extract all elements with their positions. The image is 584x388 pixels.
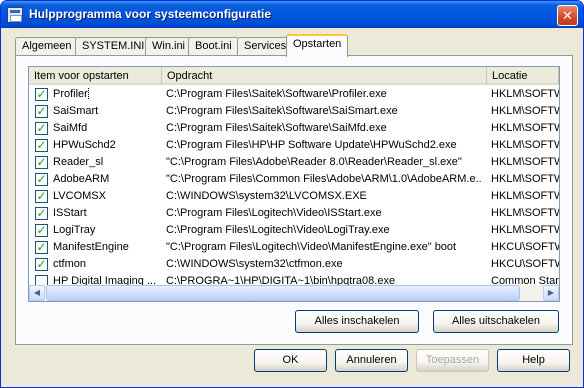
startup-item-location: HKLM\SOFTWARE [491,105,559,117]
table-row[interactable]: HPWuSchd2 C:\Program Files\HP\HP Software… [29,137,559,154]
arrow-right-icon[interactable]: ▶ [543,285,559,301]
startup-item-name: LVCOMSX [53,190,106,202]
startup-item-command: C:\Program Files\Saitek\Software\SaiSmar… [166,105,398,117]
tab-opstarten[interactable]: Opstarten [286,34,349,57]
help-button[interactable]: Help [497,349,570,372]
startup-item-command: C:\Program Files\Saitek\Software\SaiMfd.… [166,122,387,134]
startup-item-command: "C:\Program Files\Logitech\Video\Manifes… [166,241,457,253]
table-row[interactable]: LogiTray C:\Program Files\Logitech\Video\… [29,222,559,239]
system-configuration-window: Hulpprogramma voor systeemconfiguratie ✕… [0,0,584,388]
startup-item-checkbox[interactable] [35,207,48,220]
list-header: Item voor opstarten Opdracht Locatie [29,67,559,85]
table-row[interactable]: Profiler C:\Program Files\Saitek\Software… [29,86,559,103]
startup-item-location: HKLM\SOFTWARE [491,190,559,202]
startup-item-checkbox[interactable] [35,122,48,135]
column-header-command[interactable]: Opdracht [162,67,487,85]
tab-services[interactable]: Services [237,37,294,56]
startup-item-command: "C:\Program Files\Common Files\Adobe\ARM… [166,173,482,185]
column-header-item[interactable]: Item voor opstarten [29,67,162,85]
arrow-left-icon[interactable]: ◀ [29,285,45,301]
startup-item-location: HKLM\SOFTWARE [491,88,559,100]
startup-item-name: ManifestEngine [53,241,129,253]
table-row[interactable]: LVCOMSX C:\WINDOWS\system32\LVCOMSX.EXE HK… [29,188,559,205]
close-button[interactable]: ✕ [557,5,578,26]
startup-item-command: C:\Program Files\Logitech\Video\LogiTray… [166,224,390,236]
startup-item-checkbox[interactable] [35,190,48,203]
startup-item-location: HKLM\SOFTWARE [491,207,559,219]
startup-item-name: Reader_sl [53,156,104,168]
list-rows: Profiler C:\Program Files\Saitek\Software… [29,86,559,290]
horizontal-scrollbar[interactable]: ◀ ▶ [29,285,559,301]
apply-button[interactable]: Toepassen [416,349,489,372]
startup-item-location: HKLM\SOFTWARE [491,139,559,151]
startup-item-name: ISStart [53,207,87,219]
tab-system-ini[interactable]: SYSTEM.INI [75,37,152,56]
startup-item-location: HKCU\SOFTWARE [491,241,559,253]
scrollbar-thumb[interactable] [46,285,520,301]
title-bar[interactable]: Hulpprogramma voor systeemconfiguratie ✕ [1,1,583,28]
startup-item-name: AdobeARM [53,173,110,185]
startup-item-name: SaiSmart [53,105,99,117]
tab-boot-ini[interactable]: Boot.ini [188,37,239,56]
startup-item-checkbox[interactable] [35,224,48,237]
startup-item-checkbox[interactable] [35,105,48,118]
cancel-button[interactable]: Annuleren [335,349,408,372]
startup-item-command: C:\Program Files\Saitek\Software\Profile… [166,88,387,100]
startup-item-location: HKCU\SOFTWARE [491,258,559,270]
table-row[interactable]: Reader_sl "C:\Program Files\Adobe\Reader … [29,154,559,171]
startup-item-command: "C:\Program Files\Adobe\Reader 8.0\Reade… [166,156,462,168]
table-row[interactable]: ctfmon C:\WINDOWS\system32\ctfmon.exe HKCU… [29,256,559,273]
startup-item-location: HKLM\SOFTWARE [491,173,559,185]
startup-item-checkbox[interactable] [35,173,48,186]
startup-item-location: HKLM\SOFTWARE [491,156,559,168]
table-row[interactable]: SaiMfd C:\Program Files\Saitek\Software\S… [29,120,559,137]
table-row[interactable]: ISStart C:\Program Files\Logitech\Video\I… [29,205,559,222]
window-title: Hulpprogramma voor systeemconfiguratie [29,7,272,21]
startup-item-checkbox[interactable] [35,258,48,271]
startup-item-command: C:\WINDOWS\system32\ctfmon.exe [166,258,343,270]
startup-item-checkbox[interactable] [35,88,48,101]
disable-all-button[interactable]: Alles uitschakelen [433,310,559,333]
startup-item-name: ctfmon [53,258,87,270]
startup-item-location: HKLM\SOFTWARE [491,224,559,236]
startup-item-command: C:\Program Files\HP\HP Software Update\H… [166,139,457,151]
table-row[interactable]: ManifestEngine "C:\Program Files\Logitech… [29,239,559,256]
startup-item-name: LogiTray [53,224,96,236]
startup-item-checkbox[interactable] [35,139,48,152]
startup-item-checkbox[interactable] [35,241,48,254]
startup-item-name: SaiMfd [53,122,88,134]
startup-item-location: HKLM\SOFTWARE [491,122,559,134]
startup-item-name: HPWuSchd2 [53,139,116,151]
startup-items-list[interactable]: Item voor opstarten Opdracht Locatie Pro… [28,66,560,302]
startup-item-checkbox[interactable] [35,156,48,169]
startup-item-name: Profiler [53,88,89,100]
tab-win-ini[interactable]: Win.ini [145,37,193,56]
table-row[interactable]: AdobeARM "C:\Program Files\Common Files\A… [29,171,559,188]
table-row[interactable]: SaiSmart C:\Program Files\Saitek\Software… [29,103,559,120]
ok-button[interactable]: OK [254,349,327,372]
system-config-icon [7,7,23,23]
column-header-location[interactable]: Locatie [487,67,559,85]
tab-algemeen[interactable]: Algemeen [15,37,79,56]
startup-item-command: C:\Program Files\Logitech\Video\ISStart.… [166,207,382,219]
startup-item-command: C:\WINDOWS\system32\LVCOMSX.EXE [166,190,367,202]
enable-all-button[interactable]: Alles inschakelen [295,310,419,333]
